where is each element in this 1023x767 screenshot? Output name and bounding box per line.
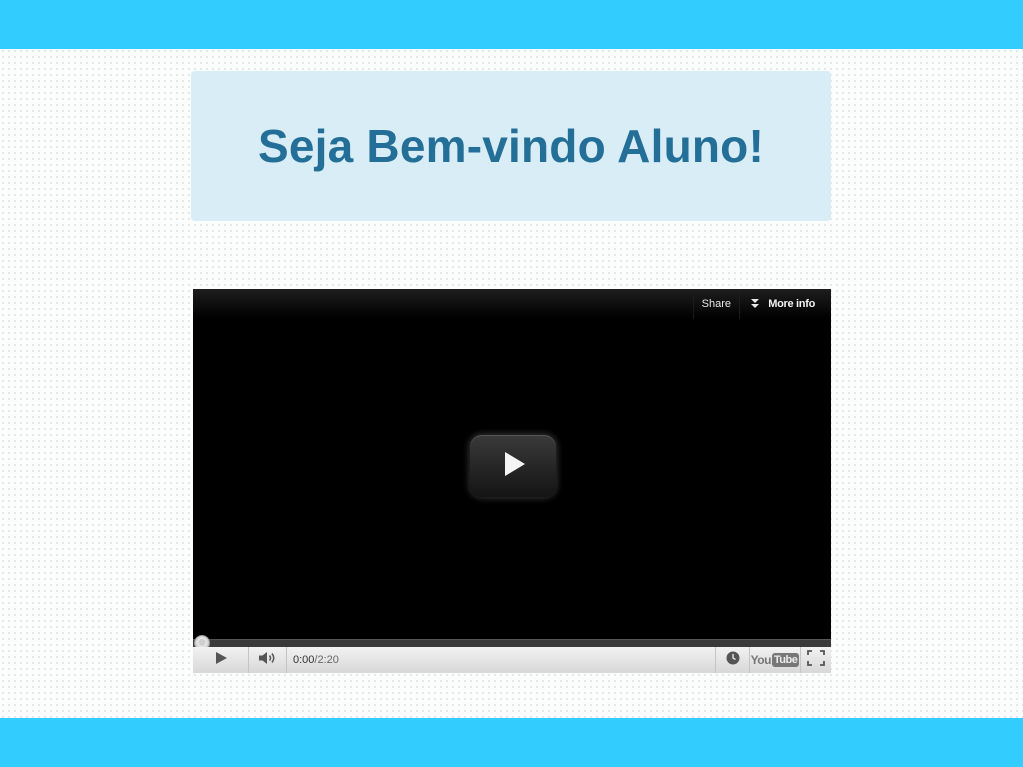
control-bar: 0:00 / 2:20 You Tube <box>193 647 831 673</box>
share-button[interactable]: Share <box>692 289 740 319</box>
play-button[interactable] <box>193 647 249 673</box>
youtube-logo-button[interactable]: You Tube <box>749 647 801 673</box>
watch-later-button[interactable] <box>715 647 749 673</box>
player-header: Share More info <box>193 289 831 319</box>
fullscreen-icon <box>807 649 825 671</box>
time-display: 0:00 / 2:20 <box>287 647 339 673</box>
speaker-icon <box>258 651 278 670</box>
page-title: Seja Bem-vindo Aluno! <box>258 120 764 172</box>
play-icon <box>214 651 228 670</box>
more-info-button[interactable]: More info <box>750 289 815 319</box>
volume-button[interactable] <box>249 647 287 673</box>
current-time: 0:00 <box>293 654 315 666</box>
duration: 2:20 <box>317 654 339 666</box>
bottom-banner <box>0 718 1023 767</box>
welcome-panel: Seja Bem-vindo Aluno! <box>191 71 831 221</box>
double-chevron-down-icon <box>750 298 760 310</box>
video-player[interactable]: Share More info 0:00 / 2:20 You Tube <box>193 289 831 673</box>
clock-icon <box>726 651 740 670</box>
more-info-label: More info <box>768 298 815 310</box>
top-banner <box>0 0 1023 49</box>
youtube-logo: You Tube <box>750 653 800 667</box>
progress-bar[interactable] <box>193 639 831 647</box>
big-play-button[interactable] <box>470 435 556 497</box>
play-icon <box>496 447 530 486</box>
fullscreen-button[interactable] <box>801 647 831 673</box>
share-label: Share <box>701 298 731 310</box>
